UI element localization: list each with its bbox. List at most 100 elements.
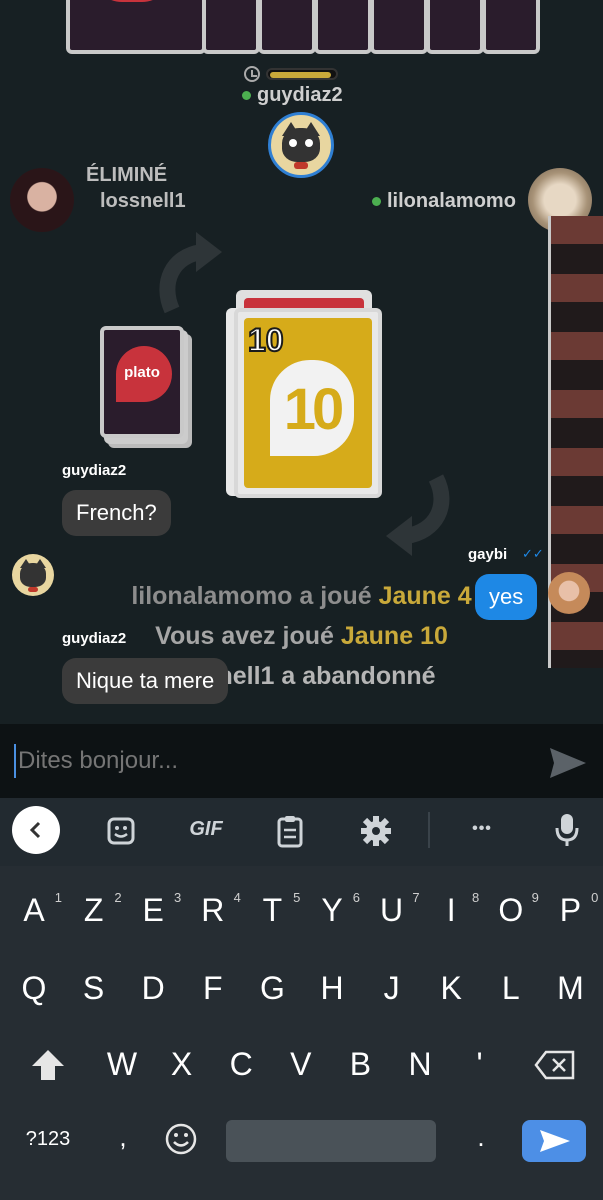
numbers-key[interactable]: ?123 xyxy=(14,1128,82,1151)
send-icon[interactable] xyxy=(548,746,588,780)
eliminated-label: ÉLIMINÉ xyxy=(86,164,168,186)
enter-key[interactable] xyxy=(522,1120,586,1162)
chat-username: guydiaz2 xyxy=(62,462,127,479)
key-letter: Y xyxy=(321,892,343,928)
gif-button[interactable]: GIF xyxy=(184,818,228,841)
key-number-hint: 1 xyxy=(54,890,62,905)
hand-card xyxy=(370,0,428,54)
direction-arrow-icon xyxy=(159,232,222,314)
key-j[interactable]: J xyxy=(372,970,412,1007)
key-letter: P xyxy=(559,892,582,928)
key-c[interactable]: C xyxy=(221,1046,261,1083)
more-options-button[interactable]: ••• xyxy=(460,820,504,838)
chat-bubble: Nique ta mere xyxy=(62,658,229,704)
log-text: lilonalamomo a joué xyxy=(131,582,379,610)
back-button[interactable] xyxy=(12,806,60,854)
chat-avatar[interactable] xyxy=(12,554,54,596)
left-player-avatar[interactable] xyxy=(10,168,74,232)
settings-gear-icon[interactable] xyxy=(360,815,392,847)
draw-pile[interactable]: plato xyxy=(100,326,192,448)
period-key[interactable]: . xyxy=(464,1122,498,1153)
key-number-hint: 0 xyxy=(591,890,599,905)
key-u[interactable]: U7 xyxy=(372,890,420,929)
key-i[interactable]: I8 xyxy=(431,890,479,929)
hand-card xyxy=(202,0,260,54)
key-m[interactable]: M xyxy=(550,970,590,1007)
keyboard: A1Z2E3R4T5Y6U7I8O9P0 QSDFGHJKLM W X C V B N ' … xyxy=(0,866,603,1200)
key-z[interactable]: Z2 xyxy=(74,890,122,929)
key-number-hint: 8 xyxy=(471,890,480,905)
top-player-name: guydiaz2 xyxy=(242,84,343,107)
microphone-icon[interactable] xyxy=(554,812,580,848)
key-l[interactable]: L xyxy=(491,970,531,1007)
key-t[interactable]: T5 xyxy=(252,890,301,929)
discard-pile: 10 10 xyxy=(226,290,382,498)
key-d[interactable]: D xyxy=(133,970,173,1007)
key-letter: T xyxy=(262,892,283,928)
key-number-hint: 9 xyxy=(531,890,539,905)
hand-card xyxy=(66,0,206,54)
clipboard-icon[interactable] xyxy=(276,814,304,848)
key-p[interactable]: P0 xyxy=(550,890,599,929)
log-text: Vous avez joué xyxy=(155,622,341,650)
log-highlight: Jaune 4 xyxy=(378,582,472,610)
chat-text: Nique ta mere xyxy=(76,668,215,693)
left-player-name: lossnell1 xyxy=(100,190,186,212)
key-g[interactable]: G xyxy=(252,970,292,1007)
key-h[interactable]: H xyxy=(312,970,352,1007)
key-k[interactable]: K xyxy=(431,970,471,1007)
key-q[interactable]: Q xyxy=(14,970,54,1007)
key-b[interactable]: B xyxy=(340,1046,380,1083)
key-o[interactable]: O9 xyxy=(491,890,538,929)
key-letter: I xyxy=(446,892,456,928)
game-board: guydiaz2 ÉLIMINÉ lossnell1 lilonalamomo … xyxy=(0,0,603,724)
sticker-icon[interactable] xyxy=(106,816,136,846)
send-arrow-icon xyxy=(540,1130,570,1152)
read-receipt-icon: ✓✓ xyxy=(522,546,544,561)
key-number-hint: 2 xyxy=(114,890,122,905)
key-x[interactable]: X xyxy=(162,1046,202,1083)
key-apostrophe[interactable]: ' xyxy=(460,1046,500,1083)
top-player-avatar[interactable] xyxy=(268,112,334,178)
toolbar-divider xyxy=(428,812,430,848)
key-f[interactable]: F xyxy=(193,970,233,1007)
key-a[interactable]: A1 xyxy=(14,890,62,929)
backspace-key[interactable] xyxy=(534,1050,576,1080)
chat-avatar[interactable] xyxy=(548,572,590,614)
key-v[interactable]: V xyxy=(281,1046,321,1083)
chat-username: gaybi xyxy=(468,546,508,563)
key-number-hint: 4 xyxy=(233,890,241,905)
key-y[interactable]: Y6 xyxy=(312,890,360,929)
hand-card xyxy=(482,0,540,54)
key-e[interactable]: E3 xyxy=(133,890,182,929)
key-number-hint: 5 xyxy=(293,890,301,905)
key-r[interactable]: R4 xyxy=(193,890,241,929)
key-n[interactable]: N xyxy=(400,1046,440,1083)
card-corner-value: 10 xyxy=(247,321,285,359)
key-s[interactable]: S xyxy=(74,970,114,1007)
space-bar[interactable] xyxy=(226,1120,436,1162)
turn-timer xyxy=(244,66,340,82)
direction-arrow-icon xyxy=(386,474,450,556)
key-w[interactable]: W xyxy=(102,1046,142,1083)
shift-key[interactable] xyxy=(30,1048,66,1082)
hand-card xyxy=(258,0,316,54)
key-letter: A xyxy=(23,892,45,928)
right-player-name: lilonalamomo xyxy=(372,190,516,213)
key-letter: U xyxy=(380,892,404,928)
key-letter: Z xyxy=(83,892,104,928)
key-letter: O xyxy=(498,892,524,928)
chevron-left-icon xyxy=(29,821,41,839)
key-number-hint: 6 xyxy=(352,890,360,905)
chat-input[interactable] xyxy=(14,744,514,778)
hand-card xyxy=(314,0,372,54)
emoji-key[interactable] xyxy=(164,1122,198,1156)
online-dot xyxy=(242,91,251,101)
key-number-hint: 7 xyxy=(412,890,420,905)
card-center-value: 10 xyxy=(283,377,345,442)
chat-bubble-own: yes xyxy=(475,574,538,620)
keyboard-toolbar: GIF ••• xyxy=(0,798,603,866)
top-player-name-text: guydiaz2 xyxy=(257,84,343,106)
chat-bubble: French? xyxy=(62,490,171,536)
comma-key[interactable]: , xyxy=(106,1122,140,1153)
